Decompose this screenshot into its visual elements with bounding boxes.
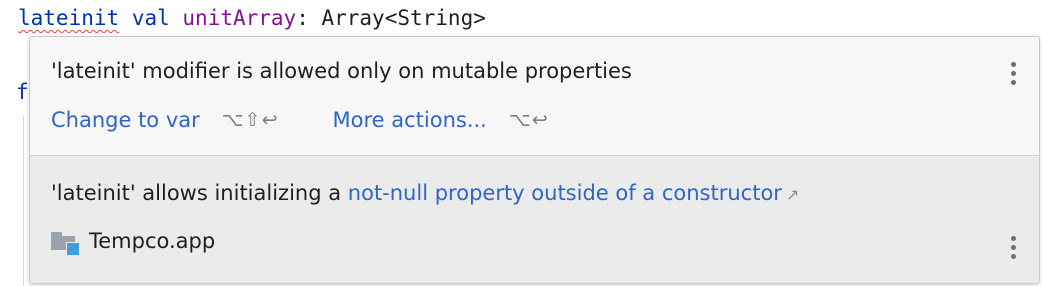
documentation-section: 'lateinit' allows initializing a not-nul… bbox=[30, 156, 1039, 283]
change-to-var-shortcut: ⌥⇧↩ bbox=[221, 109, 279, 131]
inspection-popup: 'lateinit' modifier is allowed only on m… bbox=[29, 36, 1040, 284]
code-keyword-val: val bbox=[131, 6, 170, 30]
external-link-icon: ↗ bbox=[785, 185, 800, 204]
module-info: Tempco.app bbox=[51, 228, 216, 256]
more-actions-shortcut: ⌥↩ bbox=[508, 109, 549, 131]
problem-section: 'lateinit' modifier is allowed only on m… bbox=[30, 37, 1039, 155]
code-line[interactable]: lateinit val unitArray: Array<String> bbox=[18, 6, 486, 30]
quick-fix-actions: Change to var ⌥⇧↩ More actions... ⌥↩ bbox=[51, 106, 549, 134]
module-name: Tempco.app bbox=[89, 229, 216, 253]
code-type: : Array<String> bbox=[296, 6, 486, 30]
change-to-var-action[interactable]: Change to var bbox=[51, 108, 200, 132]
code-identifier: unitArray bbox=[182, 6, 297, 30]
more-vertical-icon[interactable] bbox=[1009, 62, 1017, 85]
doc-link[interactable]: not-null property outside of a construct… bbox=[348, 181, 782, 205]
doc-text: 'lateinit' allows initializing a not-nul… bbox=[51, 181, 799, 205]
module-folder-icon bbox=[51, 228, 80, 256]
doc-prefix: 'lateinit' allows initializing a bbox=[51, 181, 348, 205]
more-actions-link[interactable]: More actions... bbox=[333, 108, 487, 132]
more-vertical-icon[interactable] bbox=[1009, 236, 1017, 259]
code-fragment: f bbox=[16, 80, 29, 104]
problem-message: 'lateinit' modifier is allowed only on m… bbox=[51, 59, 632, 83]
indent-guide bbox=[23, 116, 24, 286]
code-keyword-lateinit[interactable]: lateinit bbox=[18, 6, 119, 30]
